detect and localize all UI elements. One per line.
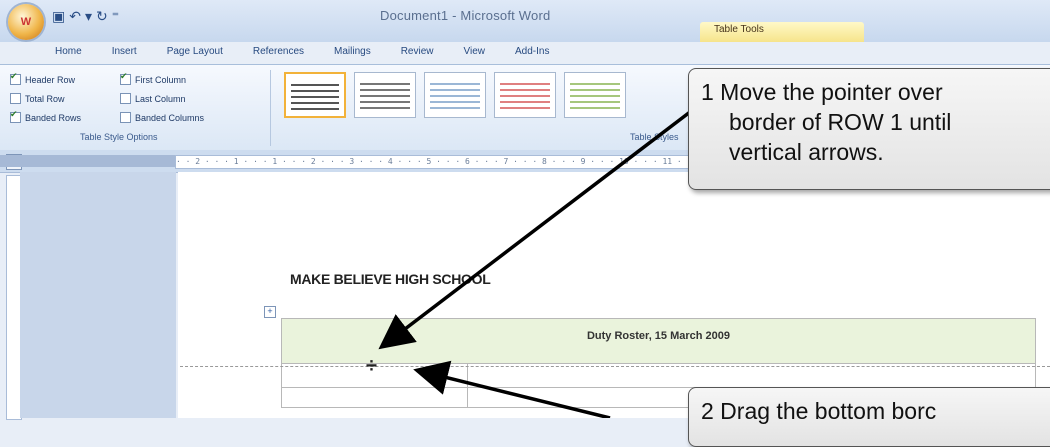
- option-banded-rows[interactable]: Banded Rows: [10, 109, 81, 123]
- redo-icon[interactable]: ↻: [96, 8, 108, 25]
- tab-references[interactable]: References: [238, 42, 319, 64]
- dropdown-icon[interactable]: ▾: [85, 8, 92, 25]
- customize-icon[interactable]: ⁼: [112, 8, 119, 25]
- tab-add-ins[interactable]: Add-Ins: [500, 42, 564, 64]
- office-logo-icon: W: [20, 16, 32, 28]
- ribbon-tabs: Home Insert Page Layout References Maili…: [40, 42, 1050, 64]
- tab-view[interactable]: View: [449, 42, 501, 64]
- callout-1-line-3: vertical arrows.: [729, 139, 884, 165]
- option-first-column[interactable]: First Column: [120, 71, 186, 85]
- callout-step-1: 1 Move the pointer over border of ROW 1 …: [688, 68, 1050, 190]
- tab-insert[interactable]: Insert: [97, 42, 152, 64]
- page-margin-area: [20, 172, 176, 418]
- table-style-thumb-5[interactable]: [564, 72, 626, 118]
- table-style-thumb-4[interactable]: [494, 72, 556, 118]
- table-row[interactable]: [281, 364, 1036, 388]
- ruler-margin: [0, 155, 175, 167]
- option-last-column[interactable]: Last Column: [120, 93, 186, 104]
- callout-step-2: 2 Drag the bottom borc: [688, 387, 1050, 447]
- window-title: Document1 - Microsoft Word: [380, 8, 551, 23]
- group-label-table-styles: Table Styles: [630, 132, 679, 142]
- table-column-divider: [467, 364, 468, 408]
- office-button[interactable]: W: [8, 4, 44, 40]
- tab-review[interactable]: Review: [386, 42, 449, 64]
- option-banded-columns[interactable]: Banded Columns: [120, 112, 204, 123]
- checkbox-checked-icon[interactable]: [10, 109, 21, 123]
- callout-2-line-1: 2 Drag the bottom borc: [701, 398, 937, 424]
- tab-mailings[interactable]: Mailings: [319, 42, 386, 64]
- row-resize-cursor-icon: ÷: [366, 355, 377, 377]
- checkbox-checked-icon[interactable]: [10, 71, 21, 85]
- group-divider: [270, 70, 271, 146]
- tab-page-layout[interactable]: Page Layout: [152, 42, 238, 64]
- quick-access-toolbar: ▣ ↶ ▾ ↻ ⁼: [52, 6, 119, 26]
- table-style-thumb-3[interactable]: [424, 72, 486, 118]
- option-header-row[interactable]: Header Row: [10, 71, 75, 85]
- callout-1-line-2: border of ROW 1 until: [729, 109, 952, 135]
- callout-1-line-1: 1 Move the pointer over: [701, 79, 943, 105]
- document-heading: MAKE BELIEVE HIGH SCHOOL: [290, 271, 491, 287]
- option-total-row[interactable]: Total Row: [10, 93, 65, 104]
- checkbox-icon[interactable]: [120, 112, 131, 123]
- context-tab-table-tools: Table Tools: [700, 22, 864, 42]
- table-header-cell: Duty Roster, 15 March 2009: [586, 330, 731, 342]
- undo-icon[interactable]: ↶: [69, 8, 81, 25]
- save-icon[interactable]: ▣: [52, 8, 65, 25]
- table-style-thumb-1[interactable]: [284, 72, 346, 118]
- tab-home[interactable]: Home: [40, 42, 97, 64]
- checkbox-icon[interactable]: [10, 93, 21, 104]
- checkbox-checked-icon[interactable]: [120, 71, 131, 85]
- row-drag-guide-line: [180, 366, 1050, 367]
- table-style-thumb-2[interactable]: [354, 72, 416, 118]
- group-label-table-style-options: Table Style Options: [80, 132, 158, 142]
- checkbox-icon[interactable]: [120, 93, 131, 104]
- table-move-handle-icon[interactable]: +: [264, 306, 276, 318]
